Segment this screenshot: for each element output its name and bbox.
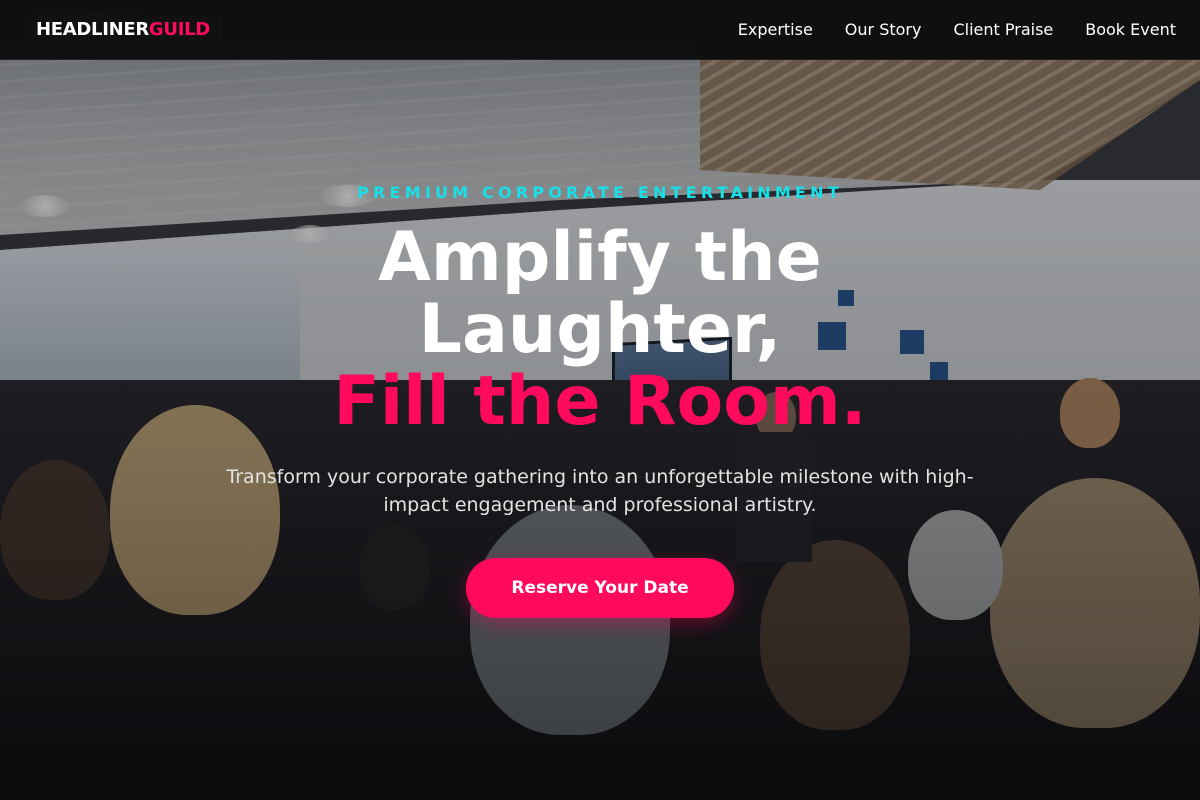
nav-link-book-event[interactable]: Book Event — [1085, 20, 1176, 39]
brand-name-part2: GUILD — [148, 19, 210, 40]
headline-accent: Fill the Room. — [333, 362, 867, 441]
headline-line-2: Laughter, — [418, 290, 782, 369]
nav-link-client-praise[interactable]: Client Praise — [953, 20, 1053, 39]
hero-section: PREMIUM CORPORATE ENTERTAINMENT Amplify … — [0, 0, 1200, 800]
nav-link-our-story[interactable]: Our Story — [845, 20, 922, 39]
headline-line-1: Amplify the — [378, 218, 822, 297]
brand-name-part1: HEADLINER — [36, 19, 149, 40]
hero-subtitle: Transform your corporate gathering into … — [226, 466, 974, 516]
nav-link-expertise[interactable]: Expertise — [738, 20, 813, 39]
reserve-date-button[interactable]: Reserve Your Date — [466, 558, 734, 618]
top-navbar: HEADLINER GUILD Expertise Our Story Clien… — [0, 0, 1200, 60]
nav-links: Expertise Our Story Client Praise Book E… — [738, 20, 1176, 39]
hero-headline: Amplify the Laughter, Fill the Room. — [0, 222, 1200, 438]
brand-logo[interactable]: HEADLINER GUILD — [24, 13, 222, 46]
hero-eyebrow: PREMIUM CORPORATE ENTERTAINMENT — [357, 183, 843, 202]
